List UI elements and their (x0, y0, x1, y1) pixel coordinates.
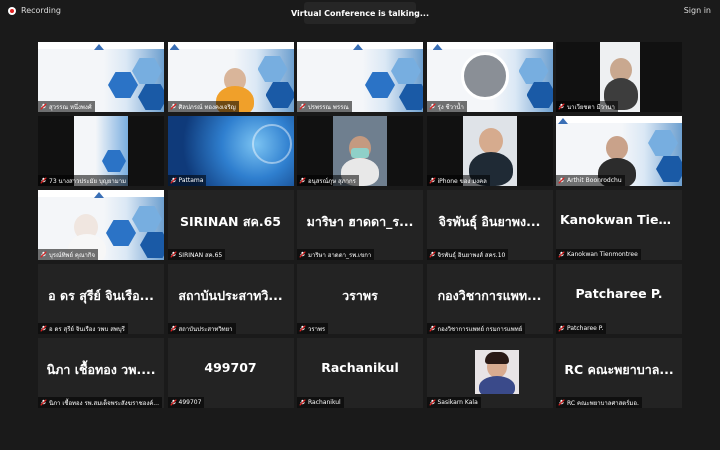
participant-tile[interactable]: นิภา เชื้อทอง วพ.... นิภา เชื้อทอง รพ.สม… (38, 338, 164, 408)
participant-tile[interactable]: อ ดร สุรีย์ จินเรือ... อ ดร สุรีย์ จินเร… (38, 264, 164, 334)
participant-tile[interactable]: iPhone ของ มงคล (426, 116, 553, 186)
muted-mic-icon (558, 251, 565, 258)
muted-mic-icon (40, 399, 47, 406)
participant-name-label: นิภา เชื้อทอง รพ.สมเด็จพระสังฆราชองค์... (38, 397, 162, 408)
participant-tile[interactable]: 73 นางสาวประมัย บุญยามาม (38, 116, 164, 186)
participant-name-label: กองวิชาการแพทย์ กรมการแพทย์ (426, 323, 526, 334)
participant-name-label: จิรพันธุ์ อินยาพงส์ สคร.10 (426, 249, 509, 260)
participant-name-label: อ ดร สุรีย์ จินเรือง วพบ สพบุรี (38, 323, 128, 334)
participant-name-label: วราพร (297, 323, 329, 334)
participant-display-name: สถาบันประสาทวิ... (178, 288, 283, 303)
muted-mic-icon (428, 103, 436, 110)
active-speaker-title: Virtual Conference is talking... (291, 2, 429, 24)
muted-mic-icon (299, 325, 306, 332)
participant-tile[interactable]: 499707 499707 (167, 338, 294, 408)
muted-mic-icon (169, 177, 177, 184)
participant-name-label: Patcharee P. (556, 323, 607, 334)
muted-mic-icon (40, 325, 47, 332)
participant-display-name: กองวิชาการแพท... (437, 288, 542, 303)
muted-mic-icon (558, 177, 565, 184)
muted-mic-icon (299, 399, 306, 406)
muted-mic-icon (40, 103, 47, 110)
participant-tile[interactable]: บุรณ์ทิพย์ คุณากิจ (38, 190, 164, 260)
participant-gallery: สุวรรณ หนึ่งพงศ์ ศิลปภรณ์ ทองคงเจริญ ปรพ… (38, 42, 682, 408)
muted-mic-icon (40, 251, 47, 258)
participant-name-label: Sasikarn Kala (426, 397, 481, 408)
recording-label: Recording (21, 6, 62, 15)
profile-picture (474, 350, 519, 394)
muted-mic-icon (428, 251, 436, 258)
participant-display-name: มาริษา ฮาดดา_ร... (306, 214, 414, 229)
muted-mic-icon (169, 399, 177, 406)
participant-name-label: Rachanikul (297, 397, 344, 408)
recording-icon (8, 6, 16, 15)
sign-in-link[interactable]: Sign in (684, 6, 711, 15)
muted-mic-icon (299, 177, 306, 184)
participant-name-label: ปรพรรณ พรรณ (297, 101, 352, 112)
muted-mic-icon (558, 325, 565, 332)
participant-tile[interactable]: ศิลปภรณ์ ทองคงเจริญ (167, 42, 294, 112)
participant-tile[interactable]: กองวิชาการแพท... กองวิชาการแพทย์ กรมการแ… (426, 264, 553, 334)
participant-name-label: ศิลปภรณ์ ทองคงเจริญ (167, 101, 239, 112)
participant-name-label: Kanokwan Tienmontree (556, 249, 641, 260)
participant-tile[interactable]: Rachanikul Rachanikul (297, 338, 423, 408)
top-bar: Recording Virtual Conference is talking.… (0, 0, 720, 26)
muted-mic-icon (169, 251, 177, 258)
participant-tile[interactable]: SIRINAN สค.65 SIRINAN สค.65 (167, 190, 294, 260)
participant-display-name: นิภา เชื้อทอง วพ.... (46, 362, 156, 377)
muted-mic-icon (428, 177, 436, 184)
participant-display-name: SIRINAN สค.65 (179, 214, 281, 229)
muted-mic-icon (169, 325, 177, 332)
participant-display-name: วราพร (342, 288, 378, 303)
muted-mic-icon (558, 103, 565, 110)
muted-mic-icon (299, 251, 306, 258)
participant-name-label: iPhone ของ มงคล (426, 175, 490, 186)
participant-display-name: จิรพันธุ์ อินยาพง... (438, 214, 541, 229)
participant-name-label: มาริษา ฮาดดา_รพ.เขกา (297, 249, 375, 260)
participant-display-name: อ ดร สุรีย์ จินเรือ... (48, 288, 154, 303)
participant-tile[interactable]: Patcharee P. Patcharee P. (556, 264, 682, 334)
participant-name-label: สุวรรณ หนึ่งพงศ์ (38, 101, 95, 112)
participant-tile[interactable]: นาเวียชตา มีวานา (556, 42, 682, 112)
muted-mic-icon (169, 103, 177, 110)
participant-tile[interactable]: Pattama (167, 116, 294, 186)
recording-indicator: Recording (8, 6, 61, 15)
participant-name-label: อนุสรณ์ภุษ สุภากร (297, 175, 359, 186)
participant-display-name: RC คณะพยาบาล... (564, 362, 674, 377)
participant-tile[interactable]: Sasikarn Kala (426, 338, 553, 408)
participant-tile[interactable]: อนุสรณ์ภุษ สุภากร (297, 116, 423, 186)
participant-tile[interactable]: วราพร วราพร (297, 264, 423, 334)
muted-mic-icon (428, 399, 436, 406)
participant-display-name: 499707 (204, 360, 257, 375)
participant-display-name: Patcharee P. (575, 286, 663, 301)
participant-name-label: บุรณ์ทิพย์ คุณากิจ (38, 249, 99, 260)
participant-tile[interactable]: Arthit Boonrodchu (556, 116, 682, 186)
muted-mic-icon (428, 325, 436, 332)
participant-name-label: นาเวียชตา มีวานา (556, 101, 618, 112)
participant-name-label: 499707 (167, 397, 205, 408)
participant-name-label: รุ่ง ชีวาน้ำ (426, 101, 467, 112)
participant-name-label: SIRINAN สค.65 (167, 249, 226, 260)
participant-name-label: Arthit Boonrodchu (556, 175, 625, 186)
participant-tile[interactable]: รุ่ง ชีวาน้ำ (426, 42, 553, 112)
participant-video (460, 52, 509, 100)
participant-name-label: Pattama (167, 175, 207, 186)
participant-video (606, 136, 628, 160)
participant-tile[interactable]: จิรพันธุ์ อินยาพง... จิรพันธุ์ อินยาพงส์… (426, 190, 553, 260)
participant-tile[interactable]: RC คณะพยาบาล... RC คณะพยาบาลศาสตร์มอ. (556, 338, 682, 408)
participant-tile[interactable]: ปรพรรณ พรรณ (297, 42, 423, 112)
participant-display-name: Kanokwan Tien... (560, 212, 678, 227)
participant-tile[interactable]: สุวรรณ หนึ่งพงศ์ (38, 42, 164, 112)
muted-mic-icon (40, 177, 47, 184)
muted-mic-icon (558, 399, 565, 406)
participant-name-label: สถาบันประสาทวิทยา (167, 323, 236, 334)
muted-mic-icon (299, 103, 306, 110)
participant-tile[interactable]: มาริษา ฮาดดา_ร... มาริษา ฮาดดา_รพ.เขกา (297, 190, 423, 260)
participant-name-label: RC คณะพยาบาลศาสตร์มอ. (556, 397, 642, 408)
participant-display-name: Rachanikul (321, 360, 399, 375)
participant-name-label: 73 นางสาวประมัย บุญยามาม (38, 175, 130, 186)
participant-tile[interactable]: Kanokwan Tien... Kanokwan Tienmontree (556, 190, 682, 260)
participant-tile[interactable]: สถาบันประสาทวิ... สถาบันประสาทวิทยา (167, 264, 294, 334)
